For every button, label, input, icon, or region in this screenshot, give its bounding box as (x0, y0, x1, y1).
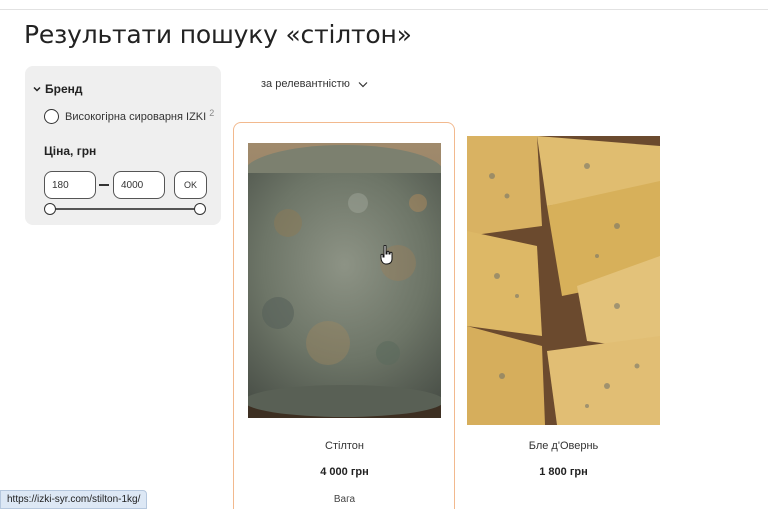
price-slider-min-handle[interactable] (44, 203, 56, 215)
brand-filter-heading: Бренд (45, 82, 83, 96)
brand-filter-toggle[interactable]: Бренд (33, 82, 83, 96)
price-slider-max-handle[interactable] (194, 203, 206, 215)
brand-radio[interactable] (44, 109, 59, 124)
sort-dropdown[interactable]: за релевантністю (261, 78, 368, 90)
price-range-dash (99, 184, 109, 186)
sort-label: за релевантністю (261, 78, 350, 90)
brand-option-label: Високогірна сироварня IZKI (65, 110, 207, 123)
hand-pointer-cursor-icon (380, 245, 393, 265)
chevron-down-icon (33, 86, 41, 92)
product-image-stilton[interactable] (248, 143, 441, 418)
price-slider-track[interactable] (50, 208, 200, 210)
chevron-down-icon (358, 81, 368, 87)
brand-option-count: 2 (209, 107, 215, 118)
price-min-input[interactable] (44, 171, 96, 199)
bleu-dauvergne-cheese-image (467, 136, 660, 425)
product-price: 1 800 грн (539, 466, 588, 478)
page-title: Результати пошуку «стілтон» (24, 20, 412, 49)
product-image-bleu-dauvergne[interactable] (467, 136, 660, 425)
product-price: 4 000 грн (320, 466, 369, 478)
price-ok-button[interactable]: OK (174, 171, 207, 199)
status-bar-url: https://izki-syr.com/stilton-1kg/ (0, 490, 148, 509)
filter-panel: Бренд Високогірна сироварня IZKI 2 Ціна,… (25, 66, 221, 225)
brand-option-izki[interactable]: Високогірна сироварня IZKI 2 (44, 107, 215, 124)
product-name[interactable]: Стілтон (248, 440, 441, 452)
price-max-input[interactable] (113, 171, 165, 199)
product-weight-label: Вага (333, 494, 356, 505)
stilton-cheese-image (248, 143, 441, 418)
product-name[interactable]: Бле д'Овернь (467, 440, 660, 452)
header-divider (0, 0, 768, 10)
price-filter-heading: Ціна, грн (44, 144, 97, 158)
